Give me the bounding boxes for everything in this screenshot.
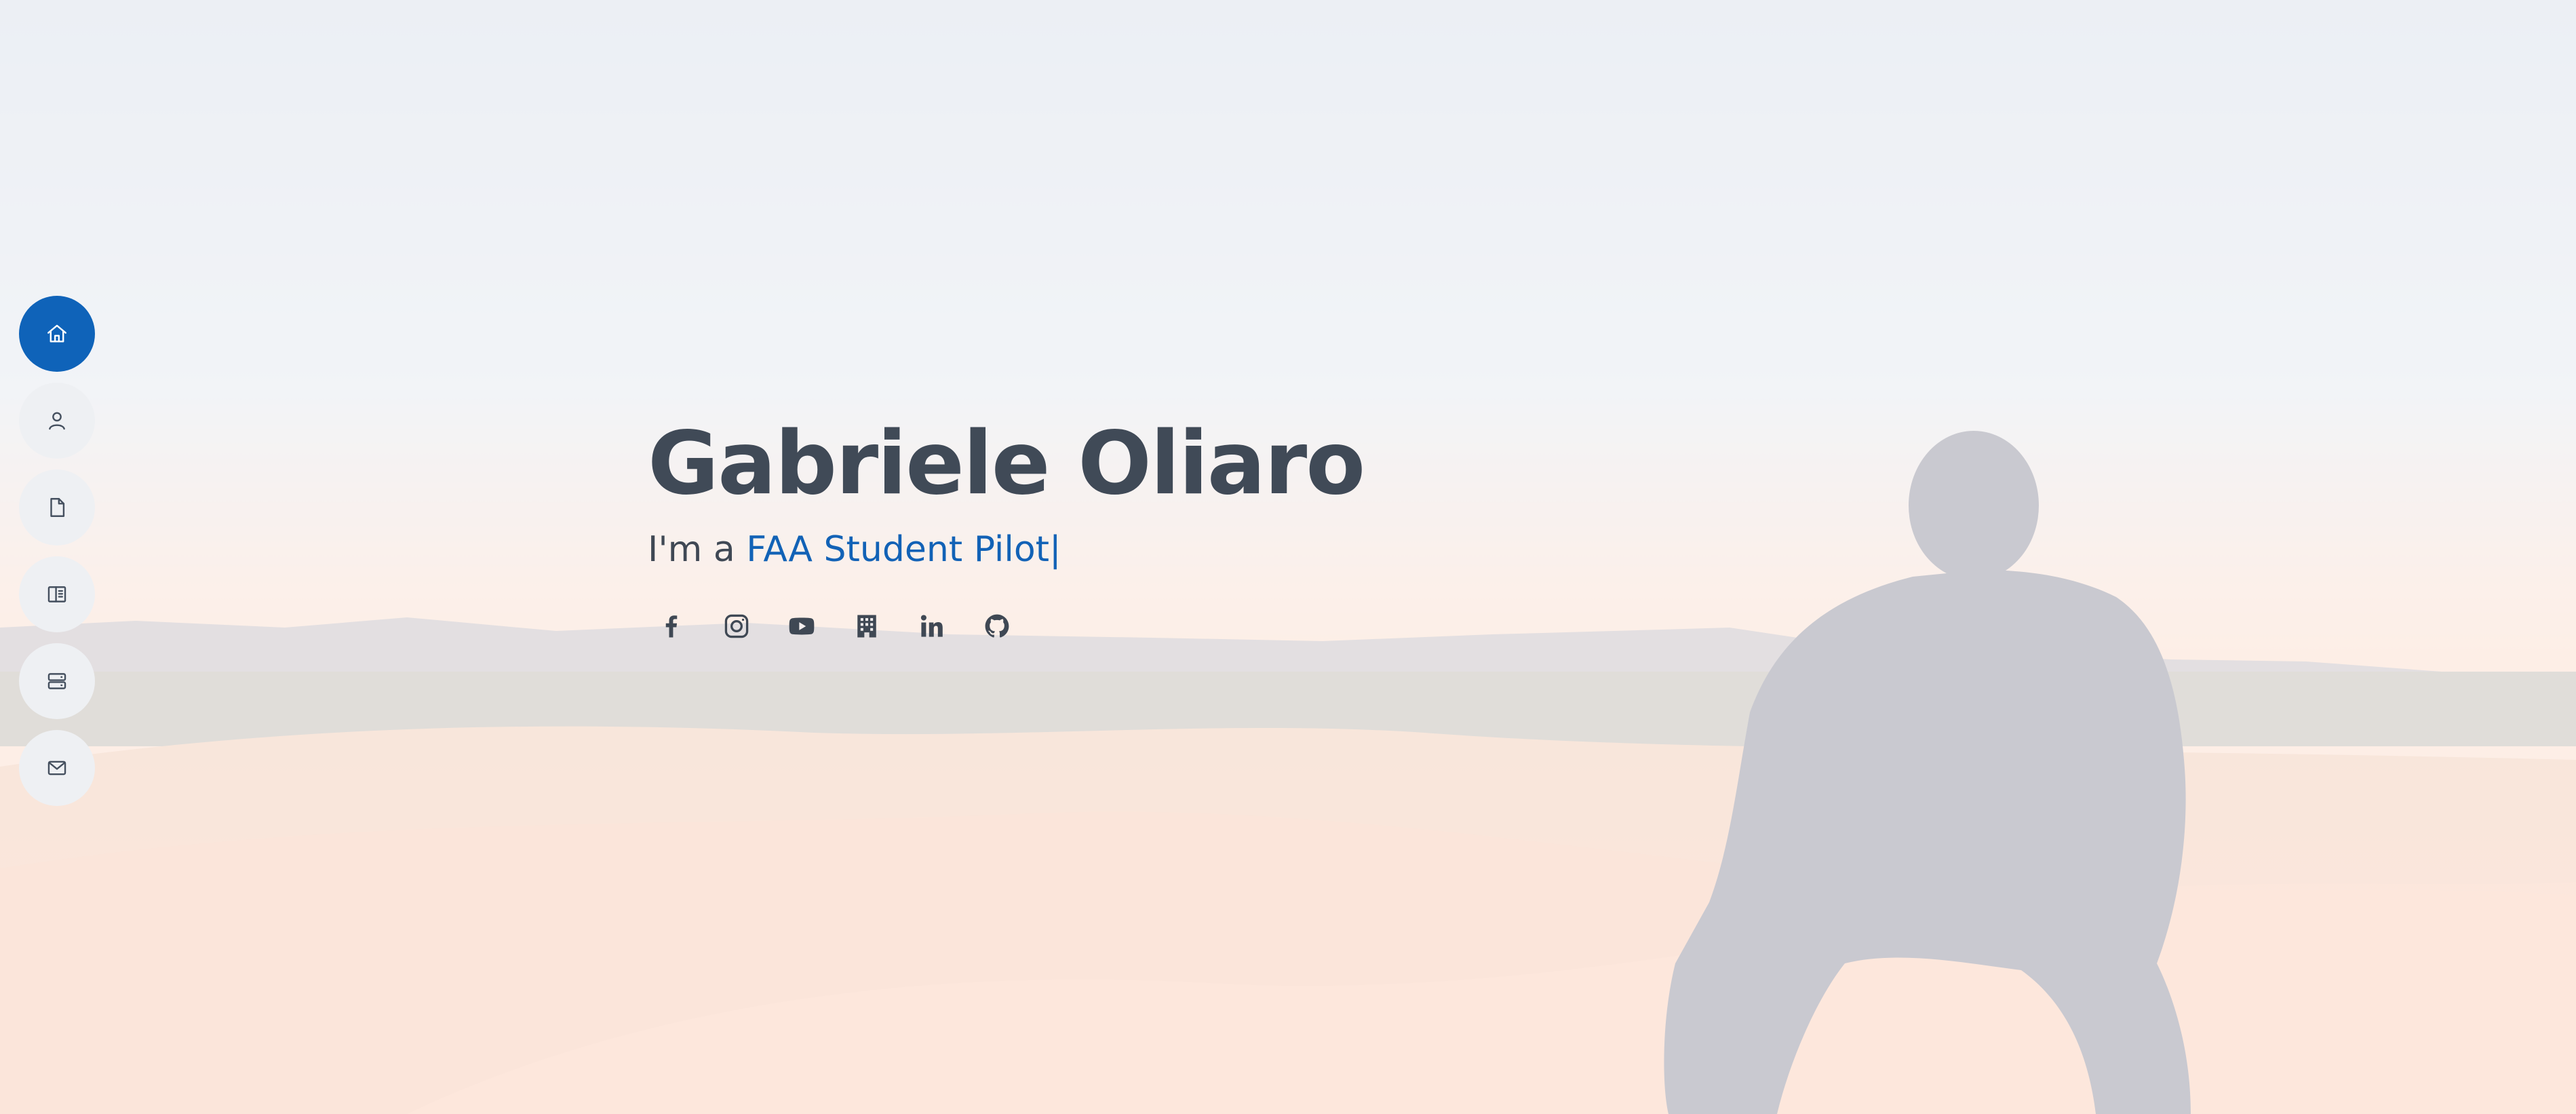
hero-content: Gabriele Oliaro I'm a FAA Student Pilot|: [648, 413, 1365, 643]
file-icon: [50, 498, 65, 517]
nav-projects-button[interactable]: [19, 643, 95, 719]
facebook-link[interactable]: [655, 609, 688, 643]
instagram-icon: [724, 614, 749, 638]
user-icon: [49, 412, 65, 430]
hero-name: Gabriele Oliaro: [648, 413, 1365, 514]
hero-subtitle: I'm a FAA Student Pilot|: [648, 532, 1364, 567]
building-icon: [857, 615, 876, 638]
side-navigation: [19, 296, 95, 806]
home-icon: [47, 324, 66, 343]
github-icon: [985, 614, 1009, 638]
typed-role: FAA Student Pilot: [746, 529, 1050, 570]
subtitle-prefix: I'm a: [648, 529, 747, 570]
youtube-link[interactable]: [785, 609, 819, 643]
building-link[interactable]: [850, 609, 884, 643]
instagram-link[interactable]: [720, 609, 754, 643]
linkedin-link[interactable]: [915, 609, 949, 643]
nav-about-button[interactable]: [19, 383, 95, 459]
nav-resume-button[interactable]: [19, 469, 95, 545]
typing-cursor: |: [1049, 529, 1061, 570]
youtube-icon: [789, 617, 815, 635]
nav-contact-button[interactable]: [19, 730, 95, 806]
envelope-icon: [47, 761, 66, 775]
github-link[interactable]: [980, 609, 1014, 643]
linkedin-icon: [920, 615, 943, 637]
facebook-icon: [665, 615, 678, 638]
social-links: [655, 609, 1364, 643]
book-icon: [47, 586, 66, 602]
server-icon: [47, 673, 66, 689]
nav-home-button[interactable]: [19, 296, 95, 372]
nav-publications-button[interactable]: [19, 556, 95, 632]
